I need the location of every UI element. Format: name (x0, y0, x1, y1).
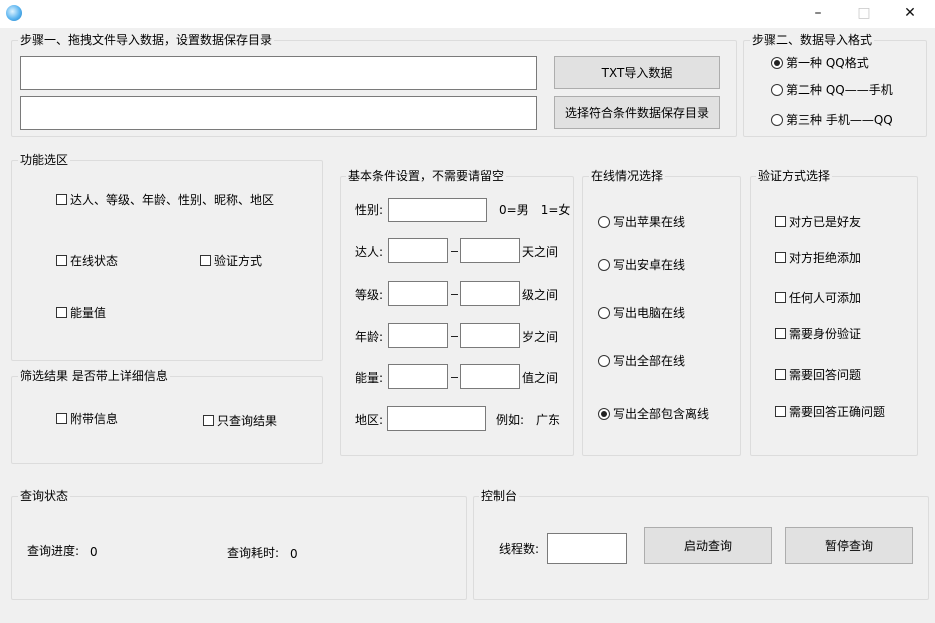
online-pc-radio[interactable] (598, 307, 610, 319)
verify-refuse-checkbox[interactable] (775, 252, 786, 263)
online-apple-radio[interactable] (598, 216, 610, 228)
format-qq-phone-label: 第二种 QQ——手机 (786, 83, 893, 97)
range-dash (451, 251, 458, 252)
result-only-label: 只查询结果 (217, 414, 278, 428)
region-hint: 例如: 广东 (496, 413, 561, 427)
online-android-label: 写出安卓在线 (613, 258, 686, 272)
online-all-offline-label: 写出全部包含离线 (613, 407, 710, 421)
age-label: 年龄: (355, 330, 384, 344)
save-path-field[interactable] (20, 96, 537, 130)
verify-identity-label: 需要身份验证 (789, 327, 862, 341)
step1-title: 步骤一、拖拽文件导入数据，设置数据保存目录 (18, 33, 275, 47)
import-path-field[interactable] (20, 56, 537, 90)
expert-suffix: 天之间 (522, 245, 559, 259)
feature-verify-label: 验证方式 (214, 254, 263, 268)
online-title: 在线情况选择 (589, 169, 666, 183)
online-android-radio[interactable] (598, 259, 610, 271)
format-qq-radio[interactable] (771, 57, 783, 69)
verify-correct-answer-checkbox[interactable] (775, 406, 786, 417)
feature-online-checkbox[interactable] (56, 255, 67, 266)
step2-title: 步骤二、数据导入格式 (750, 33, 875, 47)
age-suffix: 岁之间 (522, 330, 559, 344)
gender-hint: 0=男 1=女 (499, 203, 571, 217)
feature-energy-checkbox[interactable] (56, 307, 67, 318)
feature-online-label: 在线状态 (70, 254, 119, 268)
verify-friend-checkbox[interactable] (775, 216, 786, 227)
range-dash (451, 294, 458, 295)
age-min-field[interactable] (388, 323, 448, 348)
expert-label: 达人: (355, 245, 384, 259)
close-button[interactable]: ✕ (887, 0, 933, 28)
range-dash (451, 377, 458, 378)
feature-profile-label: 达人、等级、年龄、性别、昵称、地区 (70, 193, 275, 207)
region-field[interactable] (387, 406, 486, 431)
minimize-button[interactable]: – (795, 0, 841, 28)
energy-min-field[interactable] (388, 364, 448, 389)
online-all-radio[interactable] (598, 355, 610, 367)
format-qq-label: 第一种 QQ格式 (786, 56, 869, 70)
format-phone-qq-label: 第三种 手机——QQ (786, 113, 893, 127)
features-title: 功能选区 (18, 153, 71, 167)
format-phone-qq-radio[interactable] (771, 114, 783, 126)
format-qq-phone-radio[interactable] (771, 84, 783, 96)
start-query-button[interactable]: 启动查询 (644, 527, 772, 564)
verify-correct-answer-label: 需要回答正确问题 (789, 405, 886, 419)
verify-friend-label: 对方已是好友 (789, 215, 862, 229)
energy-label: 能量: (355, 371, 384, 385)
progress-value: 0 (90, 545, 98, 559)
energy-max-field[interactable] (460, 364, 520, 389)
feature-profile-checkbox[interactable] (56, 194, 67, 205)
age-max-field[interactable] (460, 323, 520, 348)
expert-max-field[interactable] (460, 238, 520, 263)
threads-label: 线程数: (499, 542, 540, 556)
online-pc-label: 写出电脑在线 (613, 306, 686, 320)
app-icon (6, 5, 22, 21)
level-max-field[interactable] (460, 281, 520, 306)
time-value: 0 (290, 547, 298, 561)
threads-field[interactable] (547, 533, 627, 564)
feature-energy-label: 能量值 (70, 306, 107, 320)
region-label: 地区: (355, 413, 384, 427)
gender-field[interactable] (388, 198, 487, 222)
filter-title: 筛选结果 是否带上详细信息 (18, 369, 170, 383)
pause-query-button[interactable]: 暂停查询 (785, 527, 913, 564)
level-label: 等级: (355, 288, 384, 302)
time-label: 查询耗时: (227, 546, 280, 560)
basic-conditions-title: 基本条件设置，不需要请留空 (346, 169, 507, 183)
txt-import-button[interactable]: TXT导入数据 (554, 56, 720, 89)
verify-anyone-label: 任何人可添加 (789, 291, 862, 305)
range-dash (451, 336, 458, 337)
attach-info-checkbox[interactable] (56, 413, 67, 424)
level-suffix: 级之间 (522, 288, 559, 302)
online-all-offline-radio[interactable] (598, 408, 610, 420)
level-min-field[interactable] (388, 281, 448, 306)
select-save-dir-button[interactable]: 选择符合条件数据保存目录 (554, 96, 720, 129)
verify-question-checkbox[interactable] (775, 369, 786, 380)
maximize-button: □ (857, 5, 871, 21)
feature-verify-checkbox[interactable] (200, 255, 211, 266)
result-only-checkbox[interactable] (203, 415, 214, 426)
verify-identity-checkbox[interactable] (775, 328, 786, 339)
verify-question-label: 需要回答问题 (789, 368, 862, 382)
expert-min-field[interactable] (388, 238, 448, 263)
verify-refuse-label: 对方拒绝添加 (789, 251, 862, 265)
status-title: 查询状态 (18, 489, 71, 503)
verify-title: 验证方式选择 (756, 169, 833, 183)
online-apple-label: 写出苹果在线 (613, 215, 686, 229)
verify-anyone-checkbox[interactable] (775, 292, 786, 303)
attach-info-label: 附带信息 (70, 412, 119, 426)
online-all-label: 写出全部在线 (613, 354, 686, 368)
energy-suffix: 值之间 (522, 371, 559, 385)
gender-label: 性别: (355, 203, 384, 217)
console-title: 控制台 (479, 489, 520, 503)
progress-label: 查询进度: (27, 544, 80, 558)
